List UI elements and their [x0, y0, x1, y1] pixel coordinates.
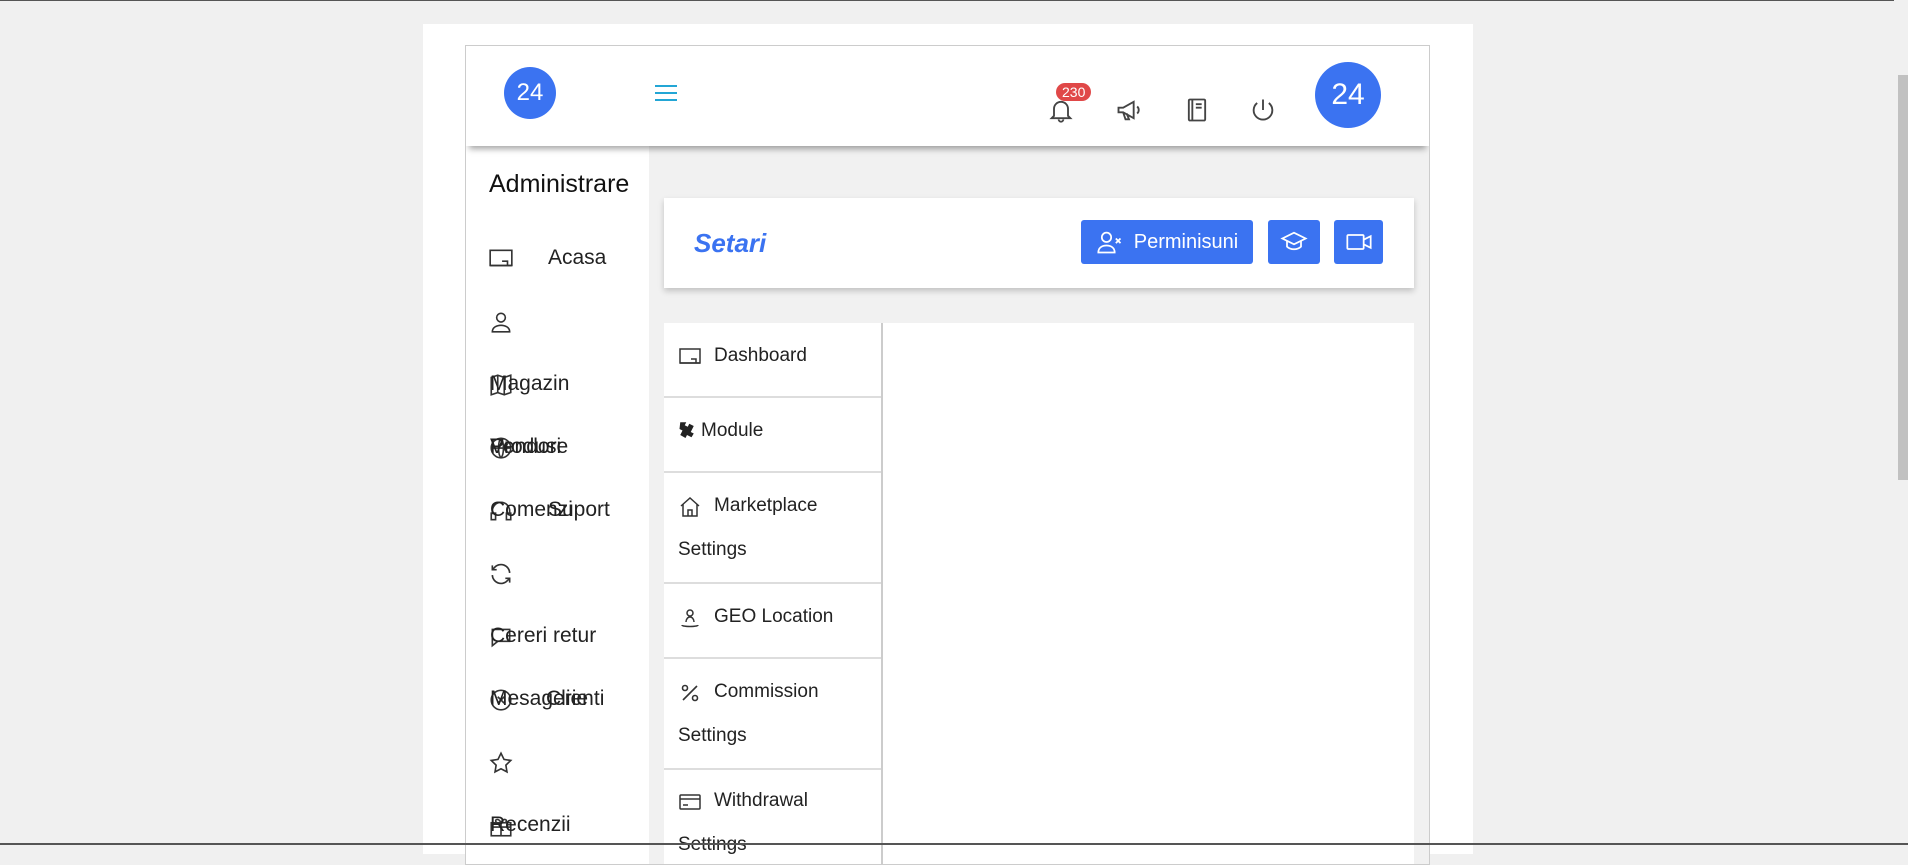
credit-card-icon	[678, 790, 702, 814]
permissions-label: Perminisuni	[1133, 230, 1239, 253]
permissions-button[interactable]: Perminisuni	[1081, 220, 1253, 264]
submenu-item-label-line2: Settings	[678, 725, 747, 746]
video-button[interactable]	[1334, 220, 1383, 264]
scrollbar-thumb[interactable]	[1898, 75, 1908, 480]
user-icon	[488, 309, 514, 335]
submenu-item-label-line2: Settings	[678, 539, 747, 560]
book-icon[interactable]	[1183, 96, 1211, 124]
submenu-item-label: Marketplace	[714, 495, 818, 516]
hamburger-menu-icon[interactable]	[655, 85, 677, 103]
tutorial-button[interactable]	[1268, 220, 1320, 264]
refresh-icon	[488, 561, 514, 587]
submenu-item-marketplace-settings[interactable]: Marketplace Settings	[664, 473, 881, 584]
settings-header-card: Setari Perminisuni	[664, 198, 1414, 288]
submenu-item-dashboard[interactable]: Dashboard	[664, 323, 881, 398]
top-header: 24 230 24	[466, 46, 1429, 146]
video-camera-icon	[1345, 234, 1372, 250]
person-pin-icon	[678, 606, 702, 630]
sidebar-item-label: Cereri retur	[490, 624, 597, 647]
submenu-item-label: GEO Location	[714, 606, 834, 627]
megaphone-icon[interactable]	[1115, 96, 1143, 124]
sidebar-title: Administrare	[489, 170, 630, 198]
submenu-item-withdrawal-settings[interactable]: Withdrawal Settings	[664, 770, 881, 864]
monitor-icon	[678, 345, 702, 369]
submenu-item-module[interactable]: Module	[664, 398, 881, 473]
monitor-icon	[488, 246, 514, 272]
logo[interactable]: 24	[504, 67, 556, 119]
submenu-item-label: Dashboard	[714, 345, 807, 366]
user-avatar[interactable]: 24	[1315, 62, 1381, 128]
graduation-cap-icon	[1280, 231, 1308, 251]
submenu-item-label: Withdrawal	[714, 790, 808, 811]
percent-icon	[678, 681, 702, 705]
settings-submenu: Dashboard Module Marketplace Settings GE…	[664, 323, 883, 864]
star-icon	[488, 750, 514, 776]
submenu-item-commission-settings[interactable]: Commission Settings	[664, 659, 881, 770]
sidebar-item-label: Recenzii	[490, 813, 571, 836]
settings-panel: Dashboard Module Marketplace Settings GE…	[664, 323, 1414, 864]
home-icon	[678, 495, 702, 519]
sidebar-item-label-overlap: Suport	[548, 498, 610, 521]
puzzle-icon	[678, 420, 696, 438]
sidebar-item-label-overlap: Produse	[490, 435, 569, 458]
sidebar-item-label-overlap: Clienti	[546, 687, 605, 710]
user-remove-icon	[1097, 231, 1121, 254]
window-top-edge	[0, 0, 1908, 1]
sidebar-item-label: Acasa	[548, 246, 607, 269]
notification-badge: 230	[1056, 83, 1092, 101]
submenu-item-geo-location[interactable]: GEO Location	[664, 584, 881, 659]
submenu-item-label: Commission	[714, 681, 819, 702]
power-icon[interactable]	[1249, 96, 1277, 124]
page-title: Setari	[694, 228, 767, 258]
submenu-item-label: Module	[701, 420, 764, 441]
sidebar: Administrare Acasa Magazin Vendori Produ…	[466, 146, 649, 864]
submenu-item-label-line2: Settings	[678, 834, 747, 855]
sidebar-item-label: Magazin	[490, 372, 570, 395]
app-frame: 24 230 24 Administrare Acasa Magazin Ven…	[465, 45, 1430, 865]
